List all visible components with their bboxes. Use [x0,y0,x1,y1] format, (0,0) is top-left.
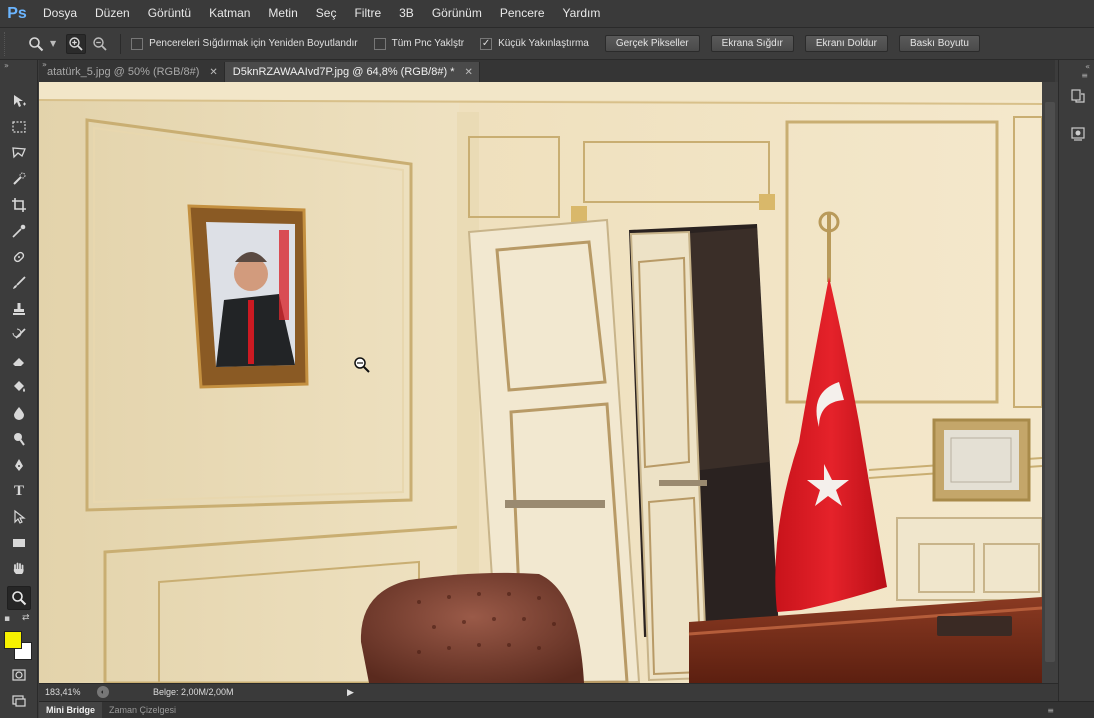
screen-mode-icon[interactable] [7,689,31,713]
history-icon[interactable] [1070,88,1086,104]
history-brush-tool-icon[interactable] [7,323,31,347]
chevron-down-icon[interactable]: ▼ [50,39,56,48]
collapse-icon[interactable]: » [0,60,37,72]
rectangle-tool-icon[interactable] [7,531,31,555]
tab-label: atatürk_5.jpg @ 50% (RGB/8#) [47,66,200,78]
fill-screen-button[interactable]: Ekranı Doldur [804,35,888,52]
resize-windows-checkbox[interactable]: Pencereleri Sığdırmak için Yeniden Boyut… [131,37,358,50]
checkbox-label: Pencereleri Sığdırmak için Yeniden Boyut… [149,38,358,49]
menu-metin[interactable]: Metin [259,0,306,27]
zoom-all-windows-checkbox[interactable]: Tüm Pnc Yaklştr [373,37,465,50]
brush-tool-icon[interactable] [7,271,31,295]
zoom-in-icon[interactable] [66,33,87,54]
clone-stamp-tool-icon[interactable] [7,297,31,321]
tab-label: D5knRZAWAAIvd7P.jpg @ 64,8% (RGB/8#) * [232,66,455,78]
office-photo [39,82,1042,683]
collapse-icon[interactable]: » [39,60,47,69]
menu-dosya[interactable]: Dosya [34,0,86,27]
paint-bucket-tool-icon[interactable] [7,375,31,399]
pen-tool-icon[interactable] [7,453,31,477]
menu-yardim[interactable]: Yardım [554,0,610,27]
menu-bar: Ps Dosya Düzen Görüntü Katman Metin Seç … [0,0,1094,27]
checkbox-label: Küçük Yakınlaştırma [498,38,589,49]
share-icon[interactable]: ◐ [97,686,109,698]
move-tool-icon[interactable] [7,89,31,113]
checkmark-icon[interactable]: ✓ [480,37,493,50]
menu-goruntu[interactable]: Görüntü [139,0,200,27]
right-panel-dock: « ≡ [1058,60,1094,701]
panel-menu-icon[interactable]: ≡ [1047,706,1054,715]
checkbox-box[interactable] [131,37,144,50]
menu-sec[interactable]: Seç [307,0,346,27]
panel-menu-icon[interactable]: ≡ [1081,71,1088,80]
default-colors-icon[interactable]: ▪ [4,614,10,624]
tab-timeline[interactable]: Zaman Çizelgesi [102,702,183,718]
zoom-tool-icon[interactable] [7,586,31,610]
photoshop-logo: Ps [7,4,27,22]
zoom-out-icon[interactable] [90,34,110,54]
dodge-tool-icon[interactable] [7,427,31,451]
menu-katman[interactable]: Katman [200,0,259,27]
print-size-button[interactable]: Baskı Boyutu [898,35,980,52]
collapse-icon[interactable]: « [1085,62,1090,71]
quick-mask-icon[interactable] [7,663,31,687]
swap-colors-icon[interactable]: ⇄ [22,613,30,623]
separator [120,33,122,54]
menu-filtre[interactable]: Filtre [345,0,390,27]
checkbox-box[interactable] [373,37,386,50]
checkbox-label: Tüm Pnc Yaklştr [391,38,465,49]
document-tab-active[interactable]: D5knRZAWAAIvd7P.jpg @ 64,8% (RGB/8#) * ✕ [224,62,480,82]
zoom-tool-preset-icon[interactable] [26,34,46,54]
fit-screen-button[interactable]: Ekrana Sığdır [710,35,794,52]
photoshop-window: Ps Dosya Düzen Görüntü Katman Metin Seç … [0,0,1094,718]
eraser-tool-icon[interactable] [7,349,31,373]
vertical-scrollbar[interactable] [1042,82,1058,683]
marquee-tool-icon[interactable] [7,115,31,139]
play-arrow-icon[interactable]: ▶ [347,687,354,698]
zoom-level-field[interactable]: 183,41% [39,687,89,697]
foreground-color-swatch[interactable] [4,631,22,649]
eyedropper-tool-icon[interactable] [7,219,31,243]
blur-tool-icon[interactable] [7,401,31,425]
options-bar-grip[interactable] [4,31,14,56]
document-tab-bar: » atatürk_5.jpg @ 50% (RGB/8#) ✕ D5knRZA… [39,60,1055,82]
bottom-panel-bar: Mini Bridge Zaman Çizelgesi ≡ [39,701,1094,718]
crop-tool-icon[interactable] [7,193,31,217]
hand-tool-icon[interactable] [7,557,31,581]
status-bar: 183,41% ◐ Belge: 2,00M/2,00M ▶ [39,683,1058,700]
close-icon[interactable]: ✕ [209,67,217,78]
healing-brush-tool-icon[interactable] [7,245,31,269]
scrollbar-thumb[interactable] [1045,102,1055,662]
actual-pixels-button[interactable]: Gerçek Pikseller [604,35,700,52]
scrubby-zoom-checkbox[interactable]: ✓ Küçük Yakınlaştırma [480,37,589,50]
lasso-tool-icon[interactable] [7,141,31,165]
quick-selection-tool-icon[interactable] [7,167,31,191]
menu-3b[interactable]: 3B [390,0,423,27]
document-canvas[interactable] [39,82,1042,683]
document-info: Belge: 2,00M/2,00M [153,687,234,697]
tools-panel: » T ▪ ⇄ [0,60,38,718]
options-bar: ▼ Pencereleri Sığdırmak için Yeniden Boy… [0,27,1094,60]
properties-icon[interactable] [1070,126,1086,142]
document-tab[interactable]: atatürk_5.jpg @ 50% (RGB/8#) ✕ [39,62,225,82]
close-icon[interactable]: ✕ [464,67,472,78]
path-selection-tool-icon[interactable] [7,505,31,529]
menu-duzen[interactable]: Düzen [86,0,139,27]
tab-mini-bridge[interactable]: Mini Bridge [39,701,102,718]
menu-gorunum[interactable]: Görünüm [423,0,491,27]
menu-pencere[interactable]: Pencere [491,0,554,27]
type-tool-icon[interactable]: T [7,479,31,503]
